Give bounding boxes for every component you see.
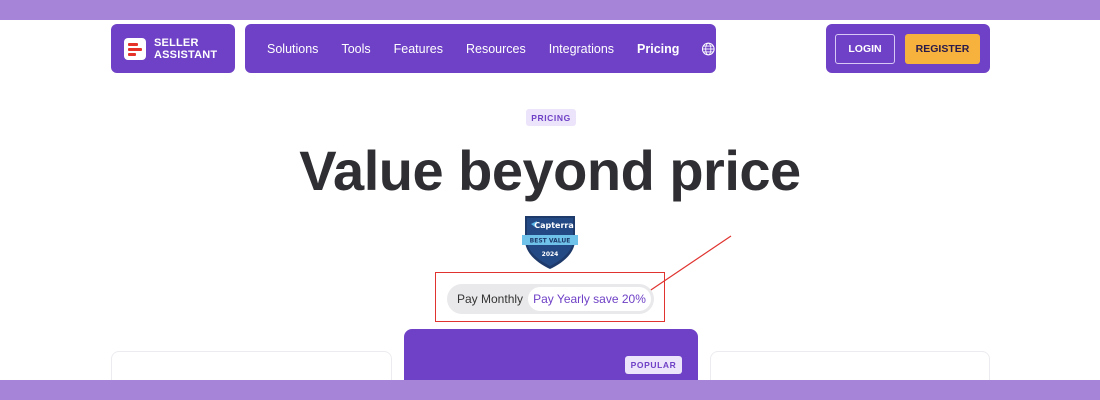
page-title: Value beyond price (299, 139, 801, 202)
nav-item-pricing[interactable]: Pricing (637, 42, 679, 56)
billing-period-toggle[interactable]: Pay Monthly Pay Yearly save 20% (447, 284, 654, 314)
logo-text-line1: SELLER (154, 36, 199, 49)
badge-year: 2024 (542, 251, 559, 258)
popular-badge: POPULAR (625, 356, 682, 374)
toggle-option-monthly[interactable]: Pay Monthly (447, 292, 527, 306)
page-frame: SELLER ASSISTANT Solutions Tools Feature… (0, 20, 1100, 380)
plan-card-right (710, 351, 990, 380)
logo-mark-icon (124, 37, 146, 60)
globe-icon[interactable] (701, 40, 716, 58)
nav-item-tools[interactable]: Tools (341, 42, 370, 56)
nav-item-integrations[interactable]: Integrations (549, 42, 614, 56)
auth-group: LOGIN REGISTER (826, 24, 990, 73)
login-button[interactable]: LOGIN (835, 33, 895, 64)
logo-text-line2: ASSISTANT (154, 48, 218, 61)
plan-card-left (111, 351, 392, 380)
logo[interactable]: SELLER ASSISTANT (111, 24, 235, 73)
badge-ribbon: BEST VALUE (530, 238, 571, 245)
badge-brand: Capterra (534, 221, 574, 230)
capterra-best-value-badge: Capterra BEST VALUE 2024 (522, 216, 578, 269)
register-button[interactable]: REGISTER (905, 33, 980, 64)
nav-item-resources[interactable]: Resources (466, 42, 526, 56)
nav-item-features[interactable]: Features (394, 42, 443, 56)
nav-item-solutions[interactable]: Solutions (267, 42, 318, 56)
pricing-eyebrow-badge: PRICING (526, 109, 576, 126)
logo-text: SELLER ASSISTANT (154, 37, 217, 61)
toggle-option-yearly[interactable]: Pay Yearly save 20% (528, 287, 651, 311)
main-nav: Solutions Tools Features Resources Integ… (245, 24, 716, 73)
plan-card-popular: POPULAR (404, 329, 698, 380)
